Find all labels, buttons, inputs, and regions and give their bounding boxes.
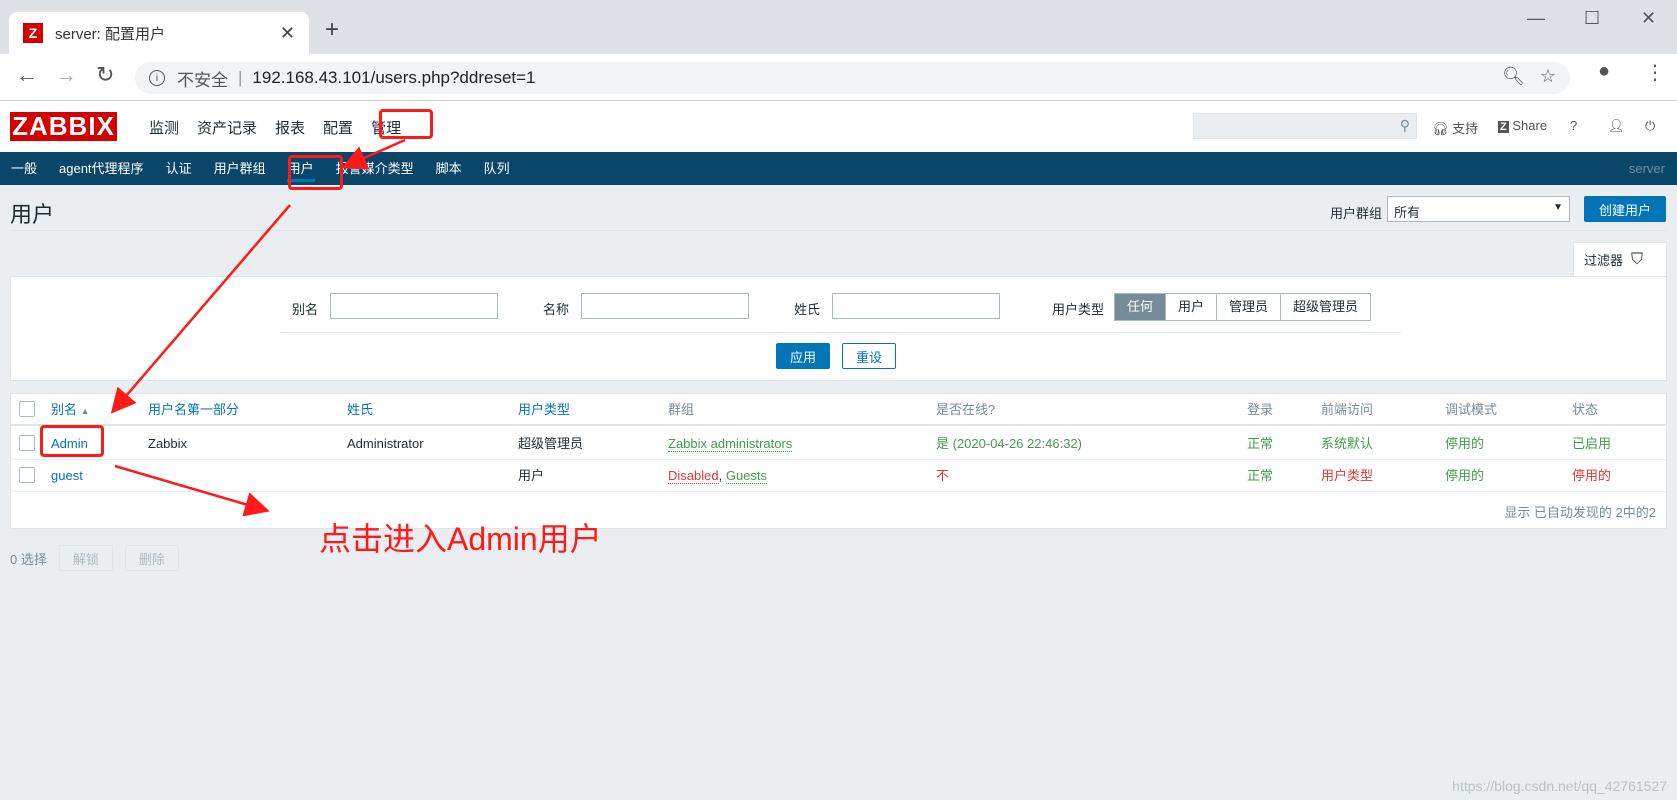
- watermark: https://blog.csdn.net/qq_42761527: [1452, 778, 1667, 794]
- annotation-text: 点击进入Admin用户: [319, 521, 602, 557]
- annotation-arrows: [110, 138, 406, 517]
